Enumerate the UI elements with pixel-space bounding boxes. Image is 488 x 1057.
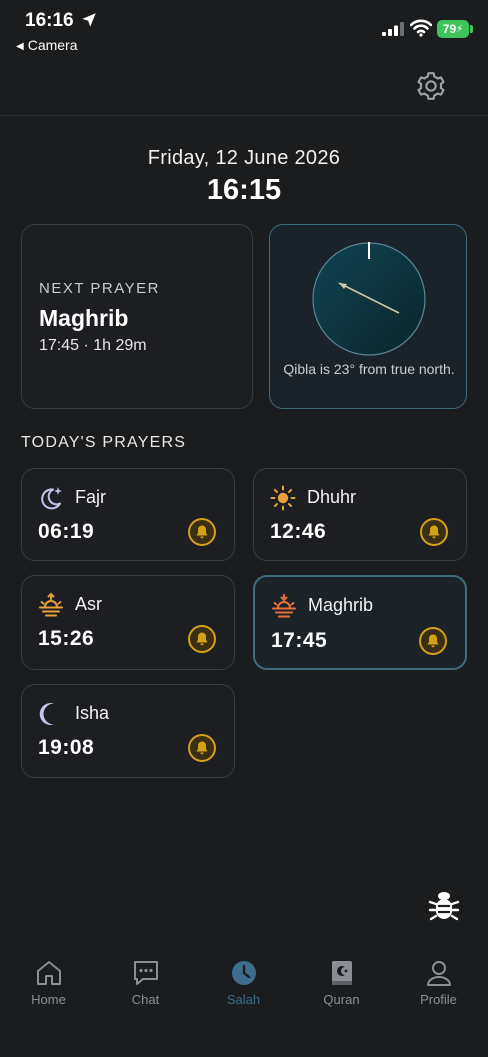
next-prayer-label: NEXT PRAYER	[39, 280, 160, 297]
tab-chat[interactable]: Chat	[97, 950, 194, 1007]
settings-gear-icon[interactable]	[415, 70, 447, 102]
battery-tip	[470, 25, 473, 33]
tab-label: Salah	[226, 992, 261, 1007]
bell-icon	[196, 632, 208, 646]
back-triangle-icon: ◀	[16, 41, 24, 52]
prayer-card-asr[interactable]: Asr 15:26	[21, 575, 235, 670]
location-arrow-icon	[82, 13, 96, 27]
bell-button[interactable]	[420, 518, 448, 546]
moon-star-icon	[41, 487, 62, 510]
prayer-name: Isha	[75, 703, 110, 723]
home-icon	[36, 961, 61, 985]
prayer-name: Fajr	[75, 487, 106, 507]
prayer-card-dhuhr[interactable]: Dhuhr 12:46	[253, 468, 467, 561]
sun-icon	[270, 485, 296, 511]
prayer-time: 12:46	[270, 520, 327, 543]
bell-button[interactable]	[188, 518, 216, 546]
bell-icon	[428, 525, 440, 539]
cellular-signal-icon	[382, 22, 404, 36]
prayer-card-fajr[interactable]: Fajr 06:19	[21, 468, 235, 561]
tab-salah[interactable]: Salah	[195, 950, 292, 1007]
wifi-icon	[410, 19, 432, 37]
status-time: 16:16	[25, 10, 74, 31]
prayer-name: Dhuhr	[307, 487, 357, 507]
sunset-icon	[39, 592, 63, 617]
sunset-down-icon	[272, 594, 296, 618]
battery-indicator: 79 ⚡	[437, 20, 469, 38]
next-prayer-card[interactable]: NEXT PRAYER Maghrib 17:45 · 1h 29m	[21, 224, 253, 409]
chat-icon	[133, 961, 158, 985]
tab-label: Home	[31, 992, 66, 1007]
prayer-card-maghrib[interactable]: Maghrib 17:45	[253, 575, 467, 670]
tab-label: Quran	[323, 992, 360, 1007]
status-bar: 16:16 ◀ Camera 79 ⚡	[0, 0, 488, 60]
qibla-compass	[312, 242, 426, 356]
todays-prayers-title: TODAY'S PRAYERS	[21, 434, 187, 451]
prayer-name: Asr	[75, 594, 102, 614]
tab-label: Profile	[420, 992, 457, 1007]
bell-icon	[196, 525, 208, 539]
qibla-description: Qibla is 23° from true north.	[283, 361, 455, 377]
bottom-tab-bar: Home Chat Salah Quran Profile	[0, 950, 488, 1057]
bell-button[interactable]	[188, 625, 216, 653]
prayer-name: Maghrib	[308, 595, 374, 615]
back-camera-label: Camera	[27, 37, 78, 53]
next-prayer-name: Maghrib	[39, 305, 129, 331]
tab-label: Chat	[131, 992, 160, 1007]
bell-button[interactable]	[419, 627, 447, 655]
book-icon	[331, 961, 352, 985]
bell-icon	[427, 634, 439, 648]
next-prayer-time: 17:45 · 1h 29m	[39, 337, 147, 354]
tab-quran[interactable]: Quran	[293, 950, 390, 1007]
current-date: Friday, 12 June 2026	[147, 147, 341, 169]
debug-bug-icon[interactable]	[428, 888, 460, 922]
crescent-moon-icon	[39, 703, 54, 725]
clock-icon	[231, 961, 256, 985]
tab-profile[interactable]: Profile	[390, 950, 487, 1007]
qibla-card[interactable]: Qibla is 23° from true north.	[269, 224, 467, 409]
header-divider	[0, 115, 488, 116]
bell-button[interactable]	[188, 734, 216, 762]
battery-level: 79	[442, 22, 457, 36]
bell-icon	[196, 741, 208, 755]
current-time: 16:15	[206, 174, 282, 206]
profile-icon	[426, 961, 451, 986]
prayer-card-isha[interactable]: Isha 19:08	[21, 684, 235, 778]
prayer-time: 15:26	[38, 627, 95, 650]
back-to-camera-link[interactable]: ◀ Camera	[16, 37, 78, 53]
tab-home[interactable]: Home	[0, 950, 97, 1007]
prayer-time: 19:08	[38, 736, 95, 759]
prayer-time: 17:45	[271, 629, 328, 652]
charging-bolt-icon: ⚡	[456, 23, 464, 35]
prayer-time: 06:19	[38, 520, 95, 543]
